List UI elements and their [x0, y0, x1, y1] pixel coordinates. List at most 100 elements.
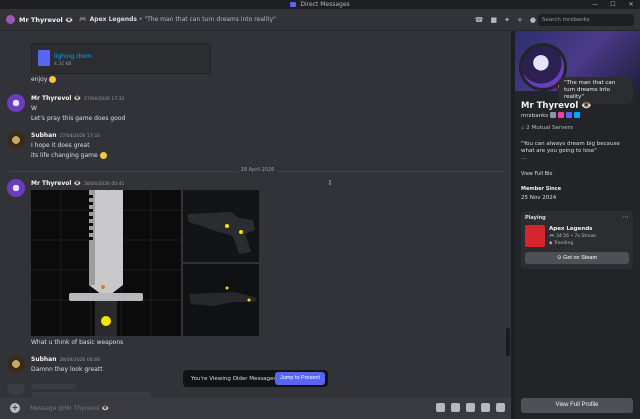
gift-icon[interactable]	[436, 403, 445, 412]
view-full-bio-link[interactable]: View Full Bio	[521, 171, 552, 177]
window-title: Direct Messages	[300, 1, 350, 8]
header-status: Apex Legends • "The man that can turn dr…	[89, 16, 276, 23]
message-timestamp: 27/04/2026 17:32	[83, 97, 125, 102]
message-text: enjoy	[31, 76, 57, 83]
activity-game-name: Apex Legends	[549, 226, 593, 232]
avatar[interactable]	[7, 355, 25, 373]
activity-label: Playing	[525, 215, 546, 221]
attach-plus-icon[interactable]: +	[10, 403, 20, 413]
author-name[interactable]: Subhan	[31, 356, 56, 363]
knife-image[interactable]	[31, 190, 181, 336]
profile-display-name[interactable]: Mr Thyrevol 👁️	[521, 101, 592, 111]
message-composer: +	[0, 397, 511, 419]
bio-text: "You can always dream big because what a…	[521, 141, 620, 154]
message-text-enjoy: enjoy	[31, 76, 48, 83]
minimize-button[interactable]: —	[586, 0, 604, 9]
file-size: 4.32 KB	[54, 62, 72, 67]
author-name[interactable]: Mr Thyrevol 👁️	[31, 180, 81, 187]
add-friend-icon[interactable]: +	[517, 16, 523, 24]
server-icon: ⌂	[521, 125, 525, 131]
gif-icon[interactable]	[451, 403, 460, 412]
avatar[interactable]	[7, 94, 25, 112]
mutual-servers-link[interactable]: ⌂ 2 Mutual Servers	[521, 125, 573, 131]
loading-text-placeholder	[31, 384, 76, 389]
message-text: its life changing game	[31, 152, 107, 159]
trending-label: Trending	[553, 241, 574, 246]
sticker-icon[interactable]	[466, 403, 475, 412]
badge-icon[interactable]	[566, 112, 572, 118]
activity-trending: ◆ Trending	[549, 241, 574, 246]
message-text-line: its life changing game	[31, 152, 98, 159]
rifle-image[interactable]	[183, 264, 259, 336]
badge-icon[interactable]	[558, 112, 564, 118]
activity-elapsed: 34:56	[556, 234, 570, 239]
smile-emoji-icon	[49, 76, 57, 83]
header-avatar[interactable]	[6, 15, 15, 24]
gamepad-icon: 🎮	[79, 16, 87, 23]
discord-icon	[290, 2, 297, 7]
maximize-button[interactable]: ☐	[604, 0, 622, 9]
phone-icon[interactable]: ☎	[475, 16, 484, 24]
badge-icon[interactable]	[574, 112, 580, 118]
avatar[interactable]	[7, 179, 25, 197]
search-input[interactable]: Search mrxbanks	[538, 14, 634, 26]
chat-area: lighing.rbxm 4.32 KB enjoy Mr Thyrevol 👁…	[0, 31, 511, 397]
message-text: I hope it does great	[31, 142, 90, 149]
activity-meta: 🎮 34:56 • 7x Streak	[549, 234, 596, 239]
composer-actions	[436, 403, 505, 412]
more-options-icon[interactable]: ⋯	[622, 213, 629, 221]
profile-badges	[550, 112, 580, 118]
revolver-image[interactable]	[183, 190, 259, 262]
close-button[interactable]: ✕	[622, 0, 640, 9]
activity-streak: 7x Streak	[574, 234, 596, 239]
video-icon[interactable]: ■	[491, 16, 498, 24]
header-actions: ☎ ■ ✦ + ●	[475, 9, 536, 31]
message-text: W	[31, 105, 37, 112]
profile-username[interactable]: mrxbanks	[521, 113, 548, 119]
grin-emoji-icon	[99, 152, 107, 159]
chat-scrollbar[interactable]	[506, 328, 510, 356]
loading-avatar-placeholder	[7, 383, 25, 395]
dm-header: Mr Thyrevol 👁️ 🎮 Apex Legends • "The man…	[0, 9, 640, 31]
revolver-render	[187, 212, 255, 254]
older-messages-notice: You're Viewing Older Messages Jump to Pr…	[183, 370, 328, 387]
date-divider-label: 28 April 2026	[236, 167, 279, 173]
message-author[interactable]: Subhan 27/04/2026 17:33	[31, 132, 100, 139]
message-timestamp: 28/04/2026 00:48	[59, 358, 100, 363]
badge-icon[interactable]	[550, 112, 556, 118]
profile-bio: "You can always dream big because what a…	[521, 141, 633, 162]
header-status-text: "The man that can turn dreams into reali…	[144, 16, 276, 23]
pin-icon[interactable]: ✦	[504, 16, 510, 24]
file-icon	[38, 50, 50, 66]
header-username[interactable]: Mr Thyrevol 👁️	[19, 16, 73, 24]
older-messages-text: You're Viewing Older Messages	[191, 375, 277, 382]
profile-toggle-icon[interactable]: ●	[530, 16, 536, 24]
message-timestamp: 27/04/2026 17:33	[59, 134, 100, 139]
date-divider: 28 April 2026	[10, 167, 505, 173]
window-controls: — ☐ ✕	[586, 0, 640, 9]
message-timestamp: 28/04/2026 00:41	[83, 182, 125, 187]
file-name[interactable]: lighing.rbxm	[54, 53, 92, 60]
message-author[interactable]: Subhan 28/04/2026 00:48	[31, 356, 100, 363]
steam-button-label[interactable]: Get on Steam	[563, 255, 597, 261]
message-author[interactable]: Mr Thyrevol 👁️ 27/04/2026 17:32	[31, 95, 124, 102]
view-full-profile-button[interactable]: View Full Profile	[521, 398, 633, 413]
get-on-steam-button[interactable]: ⊙ Get on Steam	[525, 252, 629, 264]
jump-to-present-button[interactable]: Jump to Present	[275, 372, 325, 385]
avatar[interactable]	[7, 131, 25, 149]
emoji-icon[interactable]	[481, 403, 490, 412]
apps-icon[interactable]	[496, 403, 505, 412]
message-input[interactable]	[30, 404, 330, 412]
member-since-date: 25 Nov 2024	[521, 195, 557, 201]
author-name[interactable]: Subhan	[31, 132, 56, 139]
apex-game-icon[interactable]	[525, 225, 545, 247]
rifle-render	[189, 286, 257, 306]
knife-render	[31, 190, 181, 336]
file-attachment[interactable]: lighing.rbxm 4.32 KB	[31, 43, 211, 74]
header-game: Apex Legends	[89, 16, 137, 23]
message-author[interactable]: Mr Thyrevol 👁️ 28/04/2026 00:41	[31, 180, 124, 187]
profile-panel: "The man that can turn dreams into reali…	[515, 31, 640, 419]
download-icon[interactable]: ⇩	[327, 179, 333, 187]
author-name[interactable]: Mr Thyrevol 👁️	[31, 95, 81, 102]
mutual-servers-label[interactable]: 2 Mutual Servers	[526, 125, 573, 131]
